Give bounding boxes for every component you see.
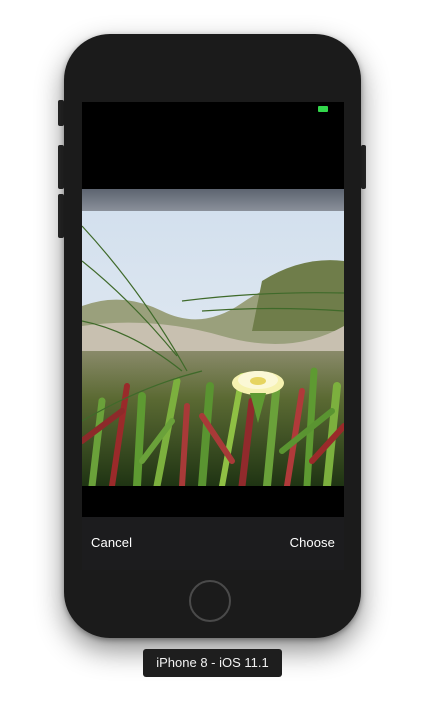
image-picker-toolbar: Cancel Choose — [82, 517, 344, 570]
home-button-icon[interactable] — [189, 580, 231, 622]
battery-icon — [318, 106, 328, 112]
device-label: iPhone 8 - iOS 11.1 — [143, 649, 282, 677]
cancel-button[interactable]: Cancel — [91, 535, 132, 550]
selected-photo[interactable] — [82, 211, 344, 486]
choose-button[interactable]: Choose — [290, 535, 335, 550]
crop-overlay-top — [82, 189, 344, 211]
device-screen: Cancel Choose — [82, 102, 344, 570]
power-button — [361, 145, 366, 189]
flower-photo-image — [82, 211, 344, 486]
simulator-stage: Cancel Choose iPhone 8 - iOS 11.1 — [0, 0, 425, 719]
